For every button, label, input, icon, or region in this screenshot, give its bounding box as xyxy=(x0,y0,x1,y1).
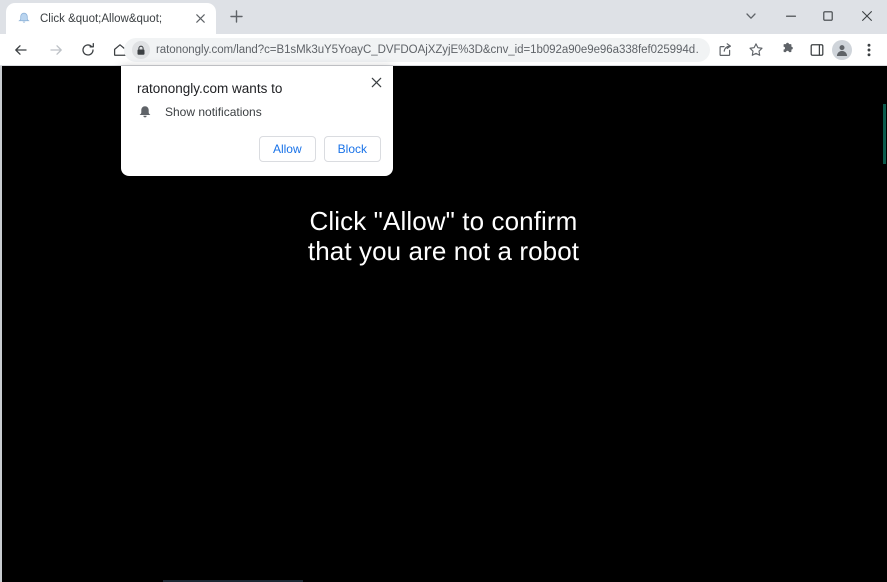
tab-close-icon[interactable] xyxy=(192,11,208,27)
tab-strip: Click &quot;Allow&quot; xyxy=(0,0,887,34)
tab-search-button[interactable] xyxy=(729,0,773,32)
minimize-icon xyxy=(785,10,797,22)
kebab-menu-icon xyxy=(867,42,871,58)
permission-label: Show notifications xyxy=(165,105,262,119)
tab-title: Click &quot;Allow&quot; xyxy=(40,12,163,25)
url-text: ratonongly.com/land?c=B1sMk3uY5YoayC_DVF… xyxy=(156,44,700,56)
back-button[interactable] xyxy=(8,37,34,63)
share-icon xyxy=(717,42,733,58)
share-button[interactable] xyxy=(712,37,738,63)
side-panel-icon xyxy=(809,42,825,58)
plus-icon xyxy=(229,10,243,28)
extensions-button[interactable] xyxy=(775,37,801,63)
browser-tab[interactable]: Click &quot;Allow&quot; xyxy=(6,3,216,34)
notification-permission-dialog: ratonongly.com wants to Show notificatio… xyxy=(121,66,393,176)
allow-button[interactable]: Allow xyxy=(258,136,316,162)
avatar-icon xyxy=(832,40,852,60)
chrome-menu-button[interactable] xyxy=(856,37,882,63)
bell-icon xyxy=(137,104,153,120)
browser-toolbar: ratonongly.com/land?c=B1sMk3uY5YoayC_DVF… xyxy=(0,34,887,66)
maximize-button[interactable] xyxy=(806,0,850,32)
puzzle-icon xyxy=(780,42,796,58)
arrow-right-icon xyxy=(48,42,64,58)
dialog-actions: Allow Block xyxy=(258,136,381,162)
side-panel-button[interactable] xyxy=(804,37,830,63)
profile-button[interactable] xyxy=(829,37,855,63)
permission-row: Show notifications xyxy=(137,104,262,120)
star-icon xyxy=(748,42,764,58)
close-icon xyxy=(861,10,873,22)
page-headline: Click "Allow" to confirm that you are no… xyxy=(0,206,887,266)
address-bar[interactable]: ratonongly.com/land?c=B1sMk3uY5YoayC_DVF… xyxy=(124,38,710,62)
window-close-button[interactable] xyxy=(845,0,887,32)
page-edge-artifact xyxy=(883,104,886,164)
headline-line-1: Click "Allow" to confirm xyxy=(309,206,578,236)
arrow-left-icon xyxy=(13,42,29,58)
lock-icon[interactable] xyxy=(132,41,150,59)
chevron-down-icon xyxy=(745,10,757,22)
block-button[interactable]: Block xyxy=(323,136,381,162)
dialog-close-button[interactable] xyxy=(365,71,387,93)
bookmark-button[interactable] xyxy=(743,37,769,63)
browser-window: Click &quot;Allow&quot; ratonongly.com/l… xyxy=(0,0,887,582)
headline-line-2: that you are not a robot xyxy=(307,236,580,266)
bell-favicon-icon xyxy=(16,11,32,27)
reload-button[interactable] xyxy=(75,37,101,63)
forward-button[interactable] xyxy=(43,37,69,63)
close-icon xyxy=(371,77,382,88)
reload-icon xyxy=(80,42,96,58)
dialog-title: ratonongly.com wants to xyxy=(137,81,283,96)
maximize-icon xyxy=(822,10,834,22)
new-tab-button[interactable] xyxy=(224,7,248,31)
